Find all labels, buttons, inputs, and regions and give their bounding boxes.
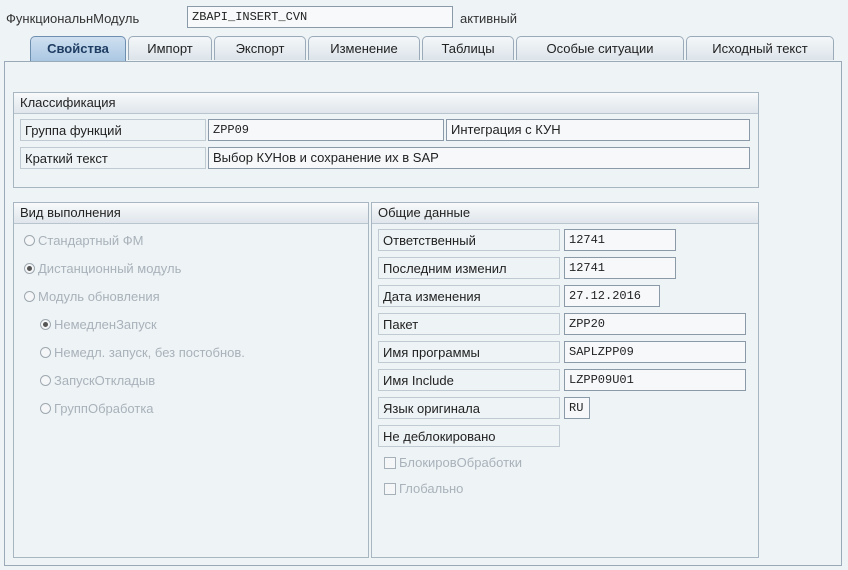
- radio-delayed-start[interactable]: ЗапускОткладыв: [40, 371, 155, 391]
- function-group-label: Группа функций: [20, 119, 206, 141]
- checkbox-edit-lock[interactable]: БлокировОбработки: [384, 453, 522, 473]
- checkbox-global[interactable]: Глобально: [384, 479, 463, 499]
- radio-selected-icon: [40, 319, 51, 330]
- radio-icon: [24, 235, 35, 246]
- original-language-field[interactable]: RU: [564, 397, 590, 419]
- radio-label: Дистанционный модуль: [38, 261, 182, 276]
- checkbox-label: БлокировОбработки: [399, 455, 522, 470]
- tab-strip: Свойства Импорт Экспорт Изменение Таблиц…: [4, 36, 844, 63]
- properties-panel: Классификация Группа функций ZPP09 Интег…: [4, 61, 842, 566]
- radio-label: ЗапускОткладыв: [54, 373, 156, 388]
- radio-update-module[interactable]: Модуль обновления: [24, 287, 160, 307]
- checkbox-icon: [384, 457, 396, 469]
- package-field[interactable]: ZPP20: [564, 313, 746, 335]
- tab-import[interactable]: Импорт: [128, 36, 212, 60]
- package-label: Пакет: [378, 313, 560, 335]
- radio-label: Стандартный ФМ: [38, 233, 144, 248]
- tab-properties[interactable]: Свойства: [30, 36, 126, 62]
- radio-collective-run[interactable]: ГруппОбработка: [40, 399, 154, 419]
- execution-type-title: Вид выполнения: [14, 203, 368, 224]
- radio-selected-icon: [24, 263, 35, 274]
- tab-source-code[interactable]: Исходный текст: [686, 36, 834, 60]
- short-text-field[interactable]: Выбор КУНов и сохранение их в SAP: [208, 147, 750, 169]
- general-data-title: Общие данные: [372, 203, 758, 224]
- radio-label: Немедл. запуск, без постобнов.: [54, 345, 245, 360]
- tab-exceptions[interactable]: Особые ситуации: [516, 36, 684, 60]
- include-name-field[interactable]: LZPP09U01: [564, 369, 746, 391]
- include-name-label: Имя Include: [378, 369, 560, 391]
- module-name-field[interactable]: ZBAPI_INSERT_CVN: [187, 6, 453, 28]
- checkbox-label: Глобально: [399, 481, 464, 496]
- radio-standard-fm[interactable]: Стандартный ФМ: [24, 231, 143, 251]
- classification-title: Классификация: [14, 93, 758, 114]
- tab-export[interactable]: Экспорт: [214, 36, 306, 60]
- module-label: ФункциональнМодуль: [6, 11, 140, 26]
- radio-immediate-no-post[interactable]: Немедл. запуск, без постобнов.: [40, 343, 245, 363]
- change-date-label: Дата изменения: [378, 285, 560, 307]
- tab-tables[interactable]: Таблицы: [422, 36, 514, 60]
- short-text-label: Краткий текст: [20, 147, 206, 169]
- classification-group: Классификация Группа функций ZPP09 Интег…: [13, 92, 759, 188]
- responsible-label: Ответственный: [378, 229, 560, 251]
- radio-icon: [40, 347, 51, 358]
- not-released-label: Не деблокировано: [378, 425, 560, 447]
- radio-icon: [24, 291, 35, 302]
- program-name-field[interactable]: SAPLZPP09: [564, 341, 746, 363]
- checkbox-icon: [384, 483, 396, 495]
- general-data-group: Общие данные Ответственный 12741 Последн…: [371, 202, 759, 558]
- last-changed-by-field[interactable]: 12741: [564, 257, 676, 279]
- radio-label: ГруппОбработка: [54, 401, 154, 416]
- radio-immediate-start[interactable]: НемедленЗапуск: [40, 315, 157, 335]
- module-status: активный: [460, 11, 517, 26]
- radio-remote-module[interactable]: Дистанционный модуль: [24, 259, 181, 279]
- radio-label: Модуль обновления: [38, 289, 160, 304]
- tab-changing[interactable]: Изменение: [308, 36, 420, 60]
- radio-label: НемедленЗапуск: [54, 317, 157, 332]
- radio-icon: [40, 375, 51, 386]
- function-group-field[interactable]: ZPP09: [208, 119, 444, 141]
- function-group-description: Интеграция с КУН: [446, 119, 750, 141]
- responsible-field[interactable]: 12741: [564, 229, 676, 251]
- last-changed-by-label: Последним изменил: [378, 257, 560, 279]
- original-language-label: Язык оригинала: [378, 397, 560, 419]
- radio-icon: [40, 403, 51, 414]
- program-name-label: Имя программы: [378, 341, 560, 363]
- change-date-field[interactable]: 27.12.2016: [564, 285, 660, 307]
- execution-type-group: Вид выполнения Стандартный ФМ Дистанцион…: [13, 202, 369, 558]
